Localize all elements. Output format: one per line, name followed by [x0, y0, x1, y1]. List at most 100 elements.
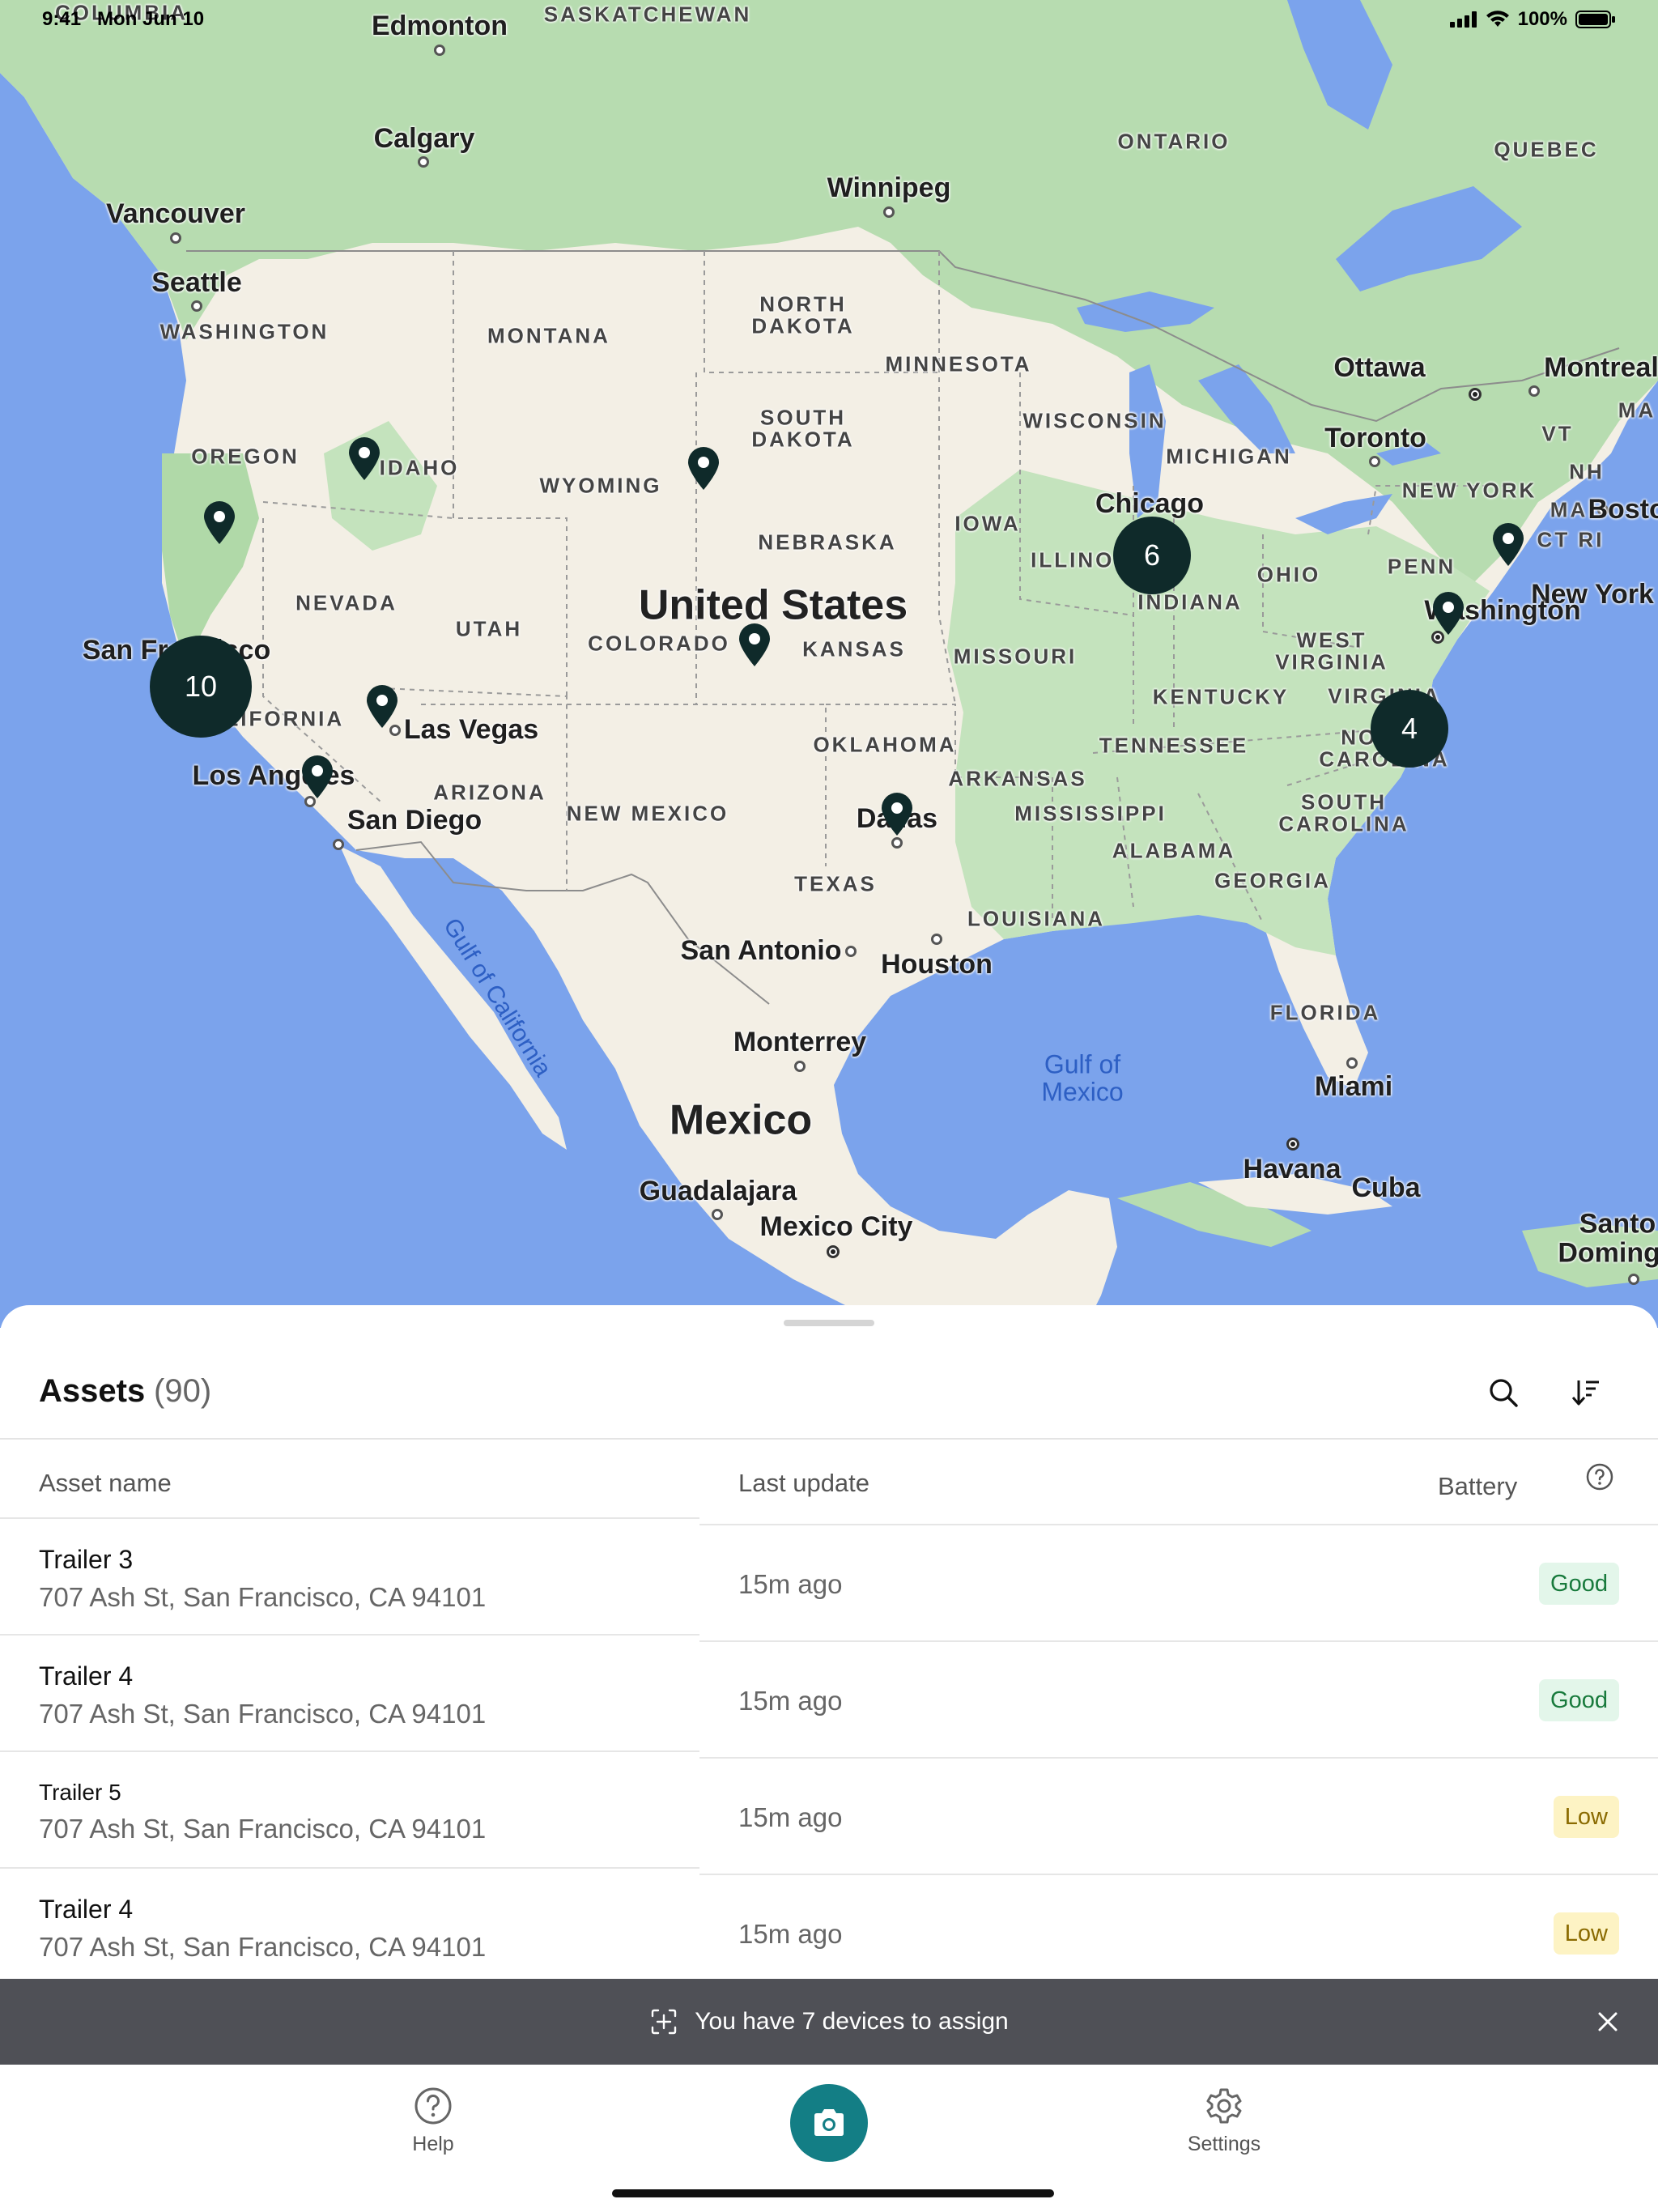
map-region-label: FLORIDA: [1269, 1000, 1381, 1025]
column-header-battery[interactable]: Battery: [1438, 1472, 1517, 1501]
map-water-label: Gulf of Mexico: [1041, 1049, 1124, 1106]
map-city-label: Mexico City: [759, 1211, 913, 1243]
map-region-label: ONTARIO: [1117, 129, 1231, 154]
tab-help[interactable]: Help: [368, 2086, 498, 2156]
capital-marker-dot: [827, 1245, 840, 1258]
cluster-count: 10: [184, 670, 218, 703]
city-marker-dot: [891, 837, 903, 849]
map-region-label: NEW MEXICO: [566, 801, 729, 826]
map-city-label: Guadalajara: [639, 1176, 797, 1207]
map-city-label: Calgary: [373, 123, 475, 155]
map-region-label: NEW YORK: [1401, 478, 1537, 503]
search-button[interactable]: [1477, 1367, 1529, 1419]
map-city-label: SantoDomingo: [1558, 1208, 1658, 1268]
map-cluster-chicago[interactable]: 6: [1113, 517, 1191, 594]
map-city-label: Miami: [1314, 1071, 1393, 1103]
asset-last-update: 15m ago: [738, 1802, 843, 1832]
map-pin-icon: [882, 793, 912, 836]
help-circle-icon: [1586, 1463, 1613, 1491]
assign-devices-banner[interactable]: You have 7 devices to assign: [0, 1979, 1658, 2065]
map-pin-icon: [1493, 523, 1524, 566]
map-region-label: MICHIGAN: [1166, 444, 1292, 469]
map-region-label: NH: [1569, 459, 1605, 484]
map-pin-south-dakota[interactable]: [686, 445, 721, 491]
city-marker-dot: [1628, 1274, 1639, 1285]
tab-bar: Help Settings: [0, 2065, 1658, 2212]
map-country-label: Mexico: [669, 1096, 813, 1144]
city-marker-dot: [1369, 456, 1380, 467]
home-indicator: [612, 2189, 1054, 2197]
map-pin-los-angeles[interactable]: [300, 754, 335, 799]
header-divider-right: [699, 1524, 1658, 1525]
asset-name: Trailer 5: [39, 1780, 121, 1805]
row-divider: [699, 1757, 1658, 1759]
map-pin-washington[interactable]: [1431, 590, 1466, 636]
map-region-label: SOUTH CAROLINA: [1278, 789, 1409, 836]
map-cluster-san-francisco[interactable]: 10: [150, 636, 252, 738]
map-pin-dallas[interactable]: [879, 791, 915, 836]
assets-sheet[interactable]: Assets (90) Asset name Last update Batte…: [0, 1305, 1658, 1979]
city-marker-dot: [845, 946, 857, 957]
cluster-count: 4: [1401, 712, 1418, 745]
map-region-label: ARKANSAS: [948, 766, 1087, 791]
city-marker-dot: [1346, 1057, 1358, 1069]
map-region-label: OKLAHOMA: [813, 732, 957, 757]
map-pin-oregon[interactable]: [202, 500, 237, 545]
asset-last-update: 15m ago: [738, 1686, 843, 1716]
column-header-last-update[interactable]: Last update: [738, 1469, 869, 1498]
battery-help-button[interactable]: [1574, 1451, 1626, 1503]
map-region-label: QUEBEC: [1494, 137, 1599, 162]
asset-address: 707 Ash St, San Francisco, CA 94101: [39, 1932, 487, 1962]
row-divider: [0, 1867, 699, 1869]
map-region-label: NEBRASKA: [758, 530, 897, 555]
column-header-asset-name[interactable]: Asset name: [39, 1469, 172, 1498]
city-marker-dot: [1528, 385, 1540, 397]
wifi-icon: [1486, 11, 1509, 27]
map-city-label: Winnipeg: [827, 172, 951, 204]
map-city-label: Monterrey: [733, 1027, 867, 1058]
scan-camera-button[interactable]: [790, 2084, 868, 2162]
sort-button[interactable]: [1560, 1367, 1612, 1419]
map-view[interactable]: SASKATCHEWAN ONTARIO QUEBEC NORTH DAKOTA MONT…: [0, 0, 1658, 1328]
banner-close-button[interactable]: [1585, 1999, 1630, 2044]
map-region-label: MONTANA: [487, 323, 610, 348]
tab-settings[interactable]: Settings: [1159, 2086, 1289, 2156]
cluster-count: 6: [1143, 538, 1161, 572]
scan-device-icon: [652, 2009, 677, 2035]
map-region-label: NEVADA: [295, 590, 397, 615]
map-city-label: Toronto: [1324, 423, 1426, 454]
city-marker-dot: [883, 206, 895, 218]
row-divider: [699, 1640, 1658, 1642]
city-marker-dot: [794, 1061, 806, 1072]
sheet-grabber[interactable]: [784, 1320, 874, 1326]
map-city-label: Houston: [881, 949, 993, 981]
sort-icon: [1571, 1380, 1599, 1406]
map-cluster-north-carolina[interactable]: 4: [1371, 690, 1448, 768]
map-city-label: Montreal: [1544, 352, 1658, 384]
map-city-label: San Diego: [346, 805, 483, 836]
city-marker-dot: [931, 934, 942, 945]
tab-help-label: Help: [412, 2133, 454, 2155]
map-pin-idaho[interactable]: [346, 436, 382, 481]
map-pin-new-york[interactable]: [1490, 521, 1526, 567]
asset-address: 707 Ash St, San Francisco, CA 94101: [39, 1582, 487, 1612]
map-region-label: MISSISSIPPI: [1014, 801, 1167, 826]
map-pin-colorado[interactable]: [737, 622, 772, 667]
map-city-label: Las Vegas: [403, 714, 539, 746]
asset-address: 707 Ash St, San Francisco, CA 94101: [39, 1699, 487, 1729]
map-city-label: Seattle: [151, 267, 242, 299]
camera-icon: [814, 2109, 844, 2136]
map-region-label: MA: [1550, 497, 1588, 522]
assets-title: Assets: [39, 1373, 146, 1409]
map-region-label: CT RI: [1537, 527, 1605, 552]
map-pin-icon: [688, 447, 719, 490]
battery-badge: Good: [1539, 1563, 1619, 1605]
tab-settings-label: Settings: [1187, 2133, 1261, 2155]
row-divider: [0, 1634, 699, 1636]
map-region-label: WYOMING: [539, 473, 662, 498]
asset-last-update: 15m ago: [738, 1919, 843, 1949]
city-marker-dot: [170, 232, 181, 244]
battery-icon: [1575, 11, 1615, 28]
map-pin-las-vegas[interactable]: [364, 683, 400, 729]
city-marker-dot: [712, 1209, 723, 1220]
